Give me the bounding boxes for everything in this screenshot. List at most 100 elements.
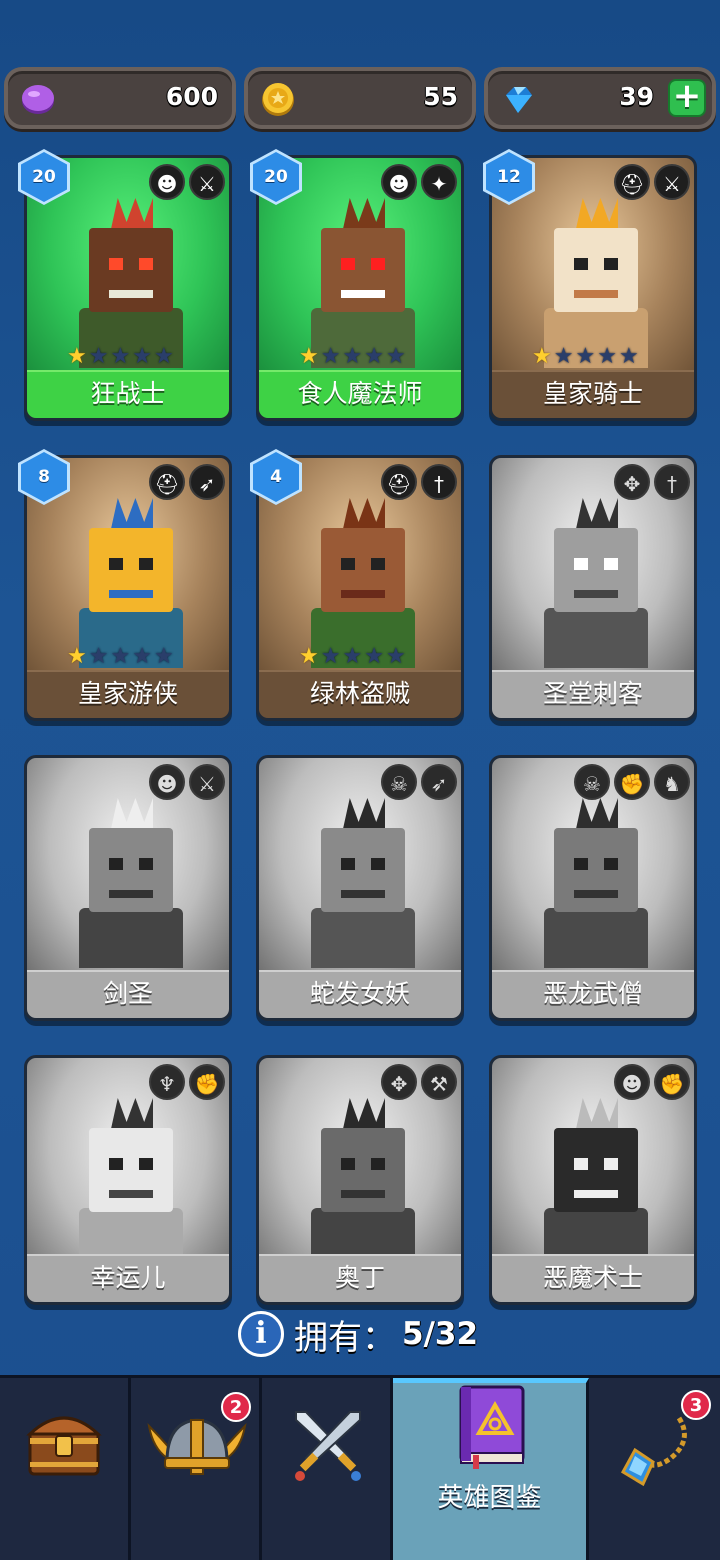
dagger-icon: † [421, 464, 457, 500]
star-empty-icon: ★ [618, 344, 639, 369]
heroes-notification-badge: 2 [221, 1392, 251, 1422]
hero-card[interactable]: 剑圣 ☻ ⚔ [24, 755, 232, 1021]
wings-icon: ✥ [381, 1064, 417, 1100]
bottom-nav: 2 英雄图鉴 3 [0, 1375, 720, 1560]
hero-book-icon [459, 1385, 525, 1469]
purple-currency-pill: 600 [4, 67, 236, 129]
owned-label: 拥有： [294, 1317, 396, 1358]
star-empty-icon: ★ [342, 644, 363, 669]
hero-card[interactable]: 蛇发女妖 ☠ ➶ [256, 755, 464, 1021]
gold-currency-value: 55 [423, 82, 458, 111]
amulet-icon [620, 1416, 687, 1487]
bow-icon: ➶ [189, 464, 225, 500]
hero-figure [540, 498, 652, 668]
nav-tab-hero-book-label: 英雄图鉴 [437, 1483, 542, 1513]
wings-icon: ✥ [614, 464, 650, 500]
dagger-icon: † [654, 464, 690, 500]
hero-figure [307, 498, 419, 668]
hero-figure [75, 198, 187, 368]
diamond-currency-value: 39 [619, 82, 654, 111]
hero-name: 剑圣 [27, 970, 229, 1018]
dragon-icon: ♞ [654, 764, 690, 800]
hero-star-rating: ★ ★ ★ ★ ★ [299, 346, 406, 370]
blue-diamond-icon [506, 87, 532, 113]
hero-star-rating: ★ ★ ★ ★ ★ [67, 346, 174, 370]
star-empty-icon: ★ [364, 344, 384, 369]
nav-tab-shop[interactable] [0, 1378, 131, 1560]
star-empty-icon: ★ [320, 644, 341, 669]
hero-figure [307, 1098, 419, 1268]
star-empty-icon: ★ [153, 344, 174, 369]
helmet-icon: ⛑ [381, 464, 417, 500]
star-empty-icon: ★ [320, 344, 341, 369]
star-filled-icon: ★ [299, 644, 319, 669]
star-empty-icon: ★ [132, 344, 152, 369]
orc-face-icon: ☻ [614, 1064, 650, 1100]
hero-name: 蛇发女妖 [259, 970, 461, 1018]
orc-face-icon: ☻ [149, 764, 185, 800]
star-empty-icon: ★ [110, 644, 131, 669]
star-empty-icon: ★ [110, 344, 131, 369]
hero-name: 绿林盗贼 [259, 670, 461, 718]
star-empty-icon: ★ [597, 344, 617, 369]
bow-icon: ➶ [421, 764, 457, 800]
hero-name: 食人魔法师 [259, 370, 461, 418]
hero-name: 幸运儿 [27, 1254, 229, 1302]
hero-figure [540, 198, 652, 368]
star-empty-icon: ★ [364, 644, 384, 669]
hero-card[interactable]: 奥丁 ✥ ⚒ [256, 1055, 464, 1305]
hero-card[interactable]: 恶龙武僧 ☠ ✊ ♞ [489, 755, 697, 1021]
star-empty-icon: ★ [88, 644, 109, 669]
star-empty-icon: ★ [575, 344, 596, 369]
star-empty-icon: ★ [132, 644, 152, 669]
equipment-notification-badge: 3 [681, 1390, 711, 1420]
hero-name: 恶魔术士 [492, 1254, 694, 1302]
hero-name: 皇家骑士 [492, 370, 694, 418]
sword-icon: ⚔ [189, 164, 225, 200]
hero-level-value: 8 [21, 452, 67, 502]
owned-count: 5/32 [402, 1316, 479, 1352]
star-empty-icon: ★ [385, 644, 406, 669]
orc-face-icon: ☻ [149, 164, 185, 200]
star-empty-icon: ★ [88, 344, 109, 369]
purple-currency-value: 600 [165, 82, 218, 111]
hero-card[interactable]: 幸运儿 ♆ ✊ [24, 1055, 232, 1305]
orc-face-icon: ☻ [381, 164, 417, 200]
add-diamond-button[interactable]: + [668, 79, 706, 117]
star-filled-icon: ★ [299, 344, 319, 369]
hero-name: 恶龙武僧 [492, 970, 694, 1018]
hero-star-rating: ★ ★ ★ ★ ★ [67, 646, 174, 670]
hero-level-value: 4 [253, 452, 299, 502]
hero-figure [540, 798, 652, 968]
hero-level-value: 12 [486, 152, 532, 202]
star-empty-icon: ★ [153, 644, 174, 669]
skull-icon: ☠ [381, 764, 417, 800]
wand-icon: ✦ [421, 164, 457, 200]
hero-figure [307, 198, 419, 368]
star-empty-icon: ★ [342, 344, 363, 369]
hero-figure [75, 798, 187, 968]
nav-tab-equipment[interactable]: 3 [589, 1378, 720, 1560]
skull-icon: ☠ [574, 764, 610, 800]
nav-tab-battle[interactable] [262, 1378, 393, 1560]
info-icon[interactable]: i [238, 1311, 284, 1357]
star-filled-icon: ★ [67, 344, 87, 369]
currency-bar: 600 55 39 + [4, 67, 716, 129]
hero-figure [307, 798, 419, 968]
star-empty-icon: ★ [385, 344, 406, 369]
star-filled-icon: ★ [532, 344, 552, 369]
hero-figure [540, 1098, 652, 1268]
hammer-icon: ⚒ [421, 1064, 457, 1100]
hero-card[interactable]: 圣堂刺客 ✥ † [489, 455, 697, 721]
hero-level-value: 20 [21, 152, 67, 202]
helmet-icon: ⛑ [614, 164, 650, 200]
treasure-chest-icon [26, 1416, 102, 1476]
diamond-currency-pill: 39 + [484, 67, 716, 129]
hero-card[interactable]: 恶魔术士 ☻ ✊ [489, 1055, 697, 1305]
elf-icon: ♆ [149, 1064, 185, 1100]
fist-icon: ✊ [189, 1064, 225, 1100]
crossed-swords-icon [295, 1411, 361, 1481]
nav-tab-hero-book[interactable]: 英雄图鉴 [393, 1378, 589, 1560]
nav-tab-heroes[interactable]: 2 [131, 1378, 262, 1560]
hero-star-rating: ★ ★ ★ ★ ★ [532, 346, 639, 370]
